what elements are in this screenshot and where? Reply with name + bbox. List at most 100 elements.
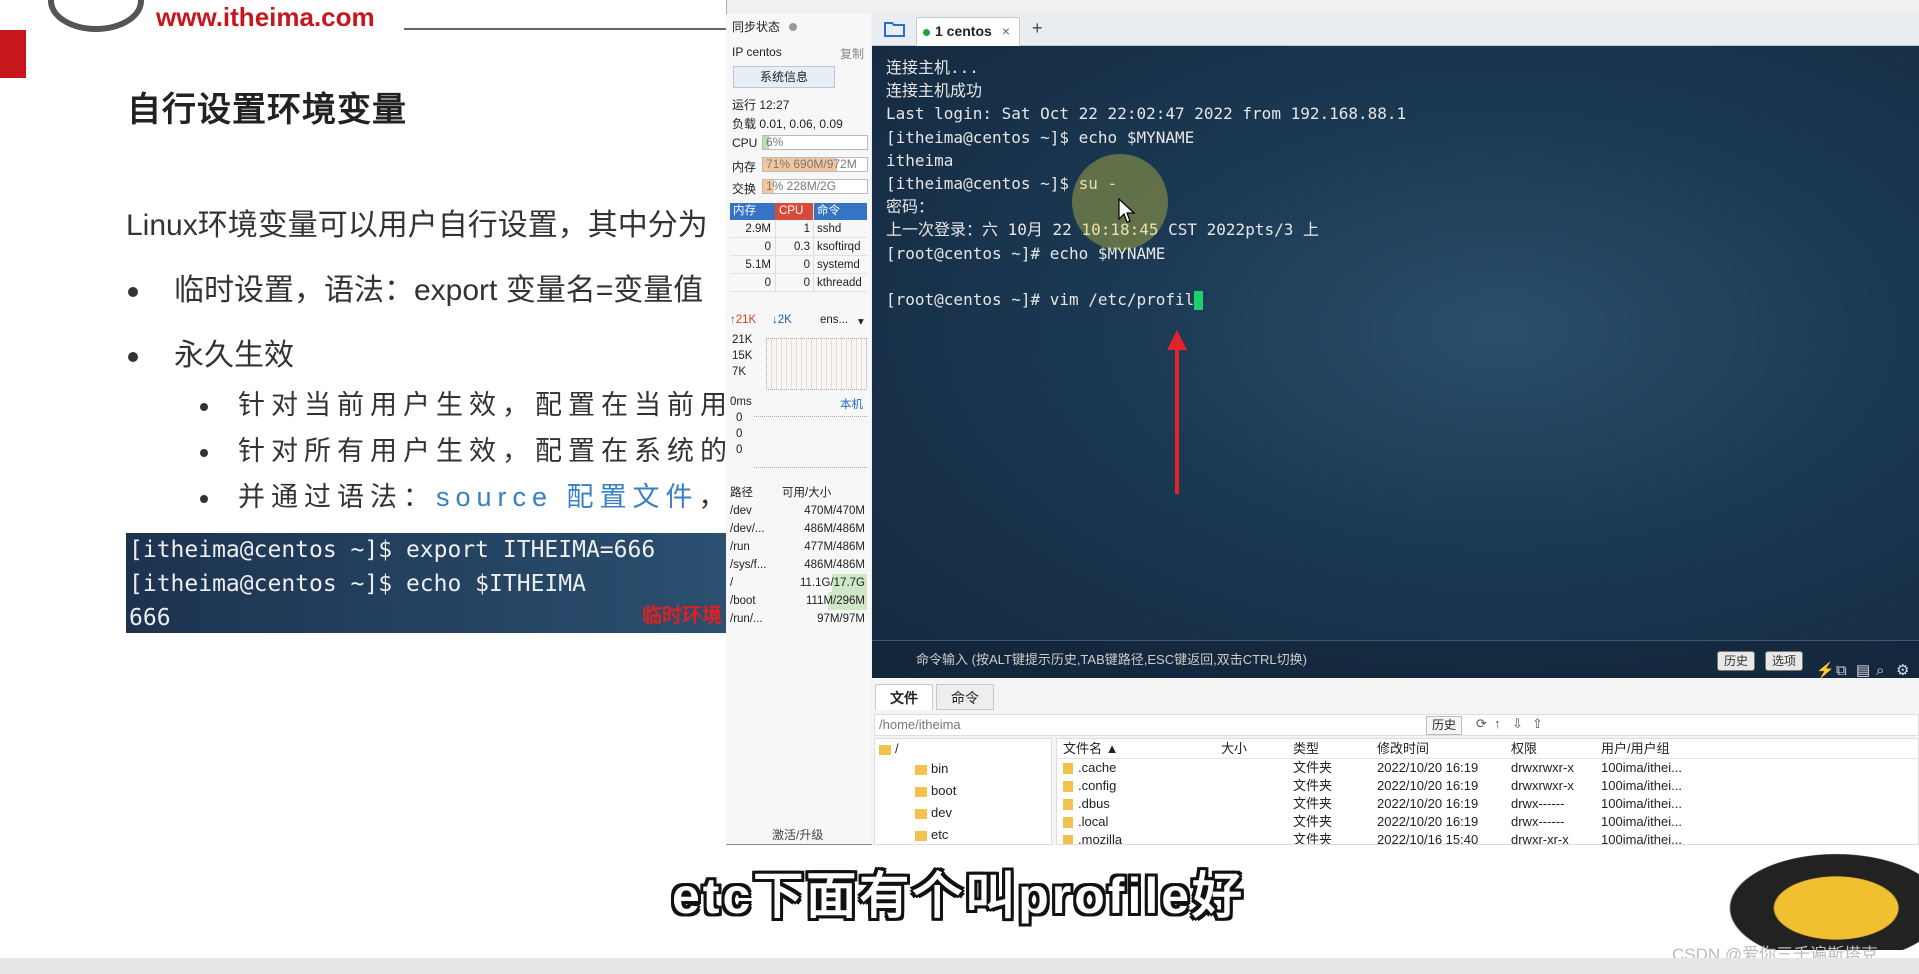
refresh-icon[interactable]: ⟳ (1476, 716, 1487, 732)
path-input[interactable]: /home/itheima (874, 714, 1919, 736)
tab-commands[interactable]: 命令 (936, 684, 994, 710)
tab-centos[interactable]: 1 centos × (916, 17, 1020, 46)
terminal-line: 连接主机成功 (886, 81, 983, 101)
source-code-text: source 配置文件 (436, 482, 699, 512)
sub-bullet-text: 针对所有用户生效，配置在系统的 (238, 436, 733, 466)
tree-item[interactable]: bin (915, 761, 948, 776)
sysinfo-button[interactable]: 系统信息 (733, 66, 835, 88)
tab-files[interactable]: 文件 (875, 684, 933, 710)
chevron-down-icon[interactable]: ▾ (858, 314, 864, 328)
file-row[interactable]: .dbus 文件夹 2022/10/20 16:19 drwx------ 100ima… (1057, 795, 1918, 813)
disk-row[interactable]: /dev 470M/470M (730, 502, 867, 520)
file-table-header: 文件名 ▲ 大小 类型 修改时间 权限 用户/用户组 (1057, 739, 1918, 759)
mascot-image (1712, 845, 1919, 950)
tree-item[interactable]: etc (915, 827, 948, 842)
divider (404, 28, 734, 30)
copy-link[interactable]: 复制 (840, 45, 864, 62)
disk-header: 路径 可用/大小 (730, 484, 867, 502)
download-icon[interactable]: ⇩ (1512, 716, 1523, 732)
disk-row[interactable]: /run 477M/486M (730, 538, 867, 556)
sub-bullet-current-user: 针对当前用户生效，配置在当前用户 (200, 383, 766, 422)
process-row[interactable]: 2.9M 1 sshd (730, 220, 867, 238)
activate-link[interactable]: 激活/升级 (772, 826, 823, 843)
terminal-line: [itheima@centos ~]$ su - (886, 173, 1118, 193)
close-icon[interactable]: × (1002, 23, 1010, 39)
file-row[interactable]: .mozilla 文件夹 2022/10/16 15:40 drwxr-xr-x 100… (1057, 831, 1918, 844)
col-type[interactable]: 类型 (1287, 739, 1371, 758)
disk-row[interactable]: /11.1G/17.7G (730, 574, 867, 592)
sub-bullet-all-users: 针对所有用户生效，配置在系统的 (200, 429, 733, 468)
command-input[interactable]: 命令输入 (按ALT键提示历史,TAB键路径,ESC键返回,双击CTRL切换) … (872, 640, 1919, 679)
disk-row[interactable]: /sys/f... 486M/486M (730, 556, 867, 574)
terminal-line: 上一次登录：六 10月 22 10:18:45 CST 2022pts/3 上 (886, 220, 1319, 240)
col-size: 可用/大小 (782, 487, 832, 499)
load: 负载 0.01, 0.06, 0.09 (732, 117, 843, 131)
folder-icon (1063, 781, 1073, 793)
process-row[interactable]: 0 0 kthreadd (730, 274, 867, 292)
code-example: [itheima@centos ~]$ export ITHEIMA=666 [… (126, 533, 730, 633)
sub-bullet-source: 并通过语法：source 配置文件，进行 (200, 475, 798, 514)
process-table: 内存 CPU 命令 2.9M 1 sshd 0 0.3 ksoftirqd 5.1M 0 s… (730, 203, 867, 292)
sub-bullet-text: 并通过语法： (238, 482, 436, 512)
col-cmd[interactable]: 命令 (813, 203, 867, 220)
process-row[interactable]: 0 0.3 ksoftirqd (730, 238, 867, 256)
disk-row[interactable]: /run/... 97M/97M (730, 610, 867, 628)
col-mtime[interactable]: 修改时间 (1371, 739, 1505, 758)
upload-icon[interactable]: ⇧ (1532, 716, 1543, 732)
col-owner[interactable]: 用户/用户组 (1595, 739, 1705, 758)
net-interface-select[interactable]: ens... (820, 314, 848, 326)
sub-bullet-text: 针对当前用户生效，配置在当前用户 (238, 390, 766, 420)
slide-intro: Linux环境变量可以用户自行设置，其中分为 (126, 209, 708, 242)
col-cpu[interactable]: CPU (775, 203, 813, 220)
mem-meter: 71% 690M/972M (762, 157, 868, 172)
file-row[interactable]: .config 文件夹 2022/10/20 16:19 drwxrwxr-x 100i… (1057, 777, 1918, 795)
mouse-pointer-icon (1118, 198, 1136, 223)
bullet-icon (200, 402, 208, 411)
connected-icon (923, 28, 930, 36)
mem-label: 内存 (732, 160, 757, 174)
bullet-temporary: 临时设置，语法：export 变量名=变量值 (128, 265, 703, 309)
history-button[interactable]: 历史 (1717, 651, 1756, 671)
disk-row[interactable]: /boot 111M/296M (730, 592, 867, 610)
session-tab-bar: 1 centos × + (872, 14, 1919, 46)
folder-icon (1063, 817, 1073, 829)
terminal[interactable]: 连接主机... 连接主机成功 Last login: Sat Oct 22 22… (872, 46, 1919, 679)
path-history-button[interactable]: 历史 (1426, 716, 1463, 735)
new-tab-button[interactable]: + (1032, 18, 1043, 39)
disk-row[interactable]: /dev/... 486M/486M (730, 520, 867, 538)
tree-item[interactable]: boot (915, 783, 956, 798)
command-hint: 命令输入 (按ALT键提示历史,TAB键路径,ESC键返回,双击CTRL切换) (916, 652, 1307, 667)
bullet-text: 永久生效 (174, 339, 294, 372)
folder-icon (915, 830, 927, 841)
net-tick: 7K (732, 366, 747, 378)
col-size[interactable]: 大小 (1215, 739, 1287, 758)
sync-status: 同步状态 (732, 18, 798, 35)
annotation-arrow-shaft (1175, 344, 1179, 494)
tree-item[interactable]: dev (915, 805, 952, 820)
latency-tick: 0 (736, 428, 743, 440)
up-icon[interactable]: ↑ (1494, 716, 1501, 731)
file-row[interactable]: .cache 文件夹 2022/10/20 16:19 drwxrwxr-x 100im… (1057, 759, 1918, 777)
process-row[interactable]: 5.1M 0 systemd (730, 256, 867, 274)
tree-item[interactable]: / (879, 741, 899, 756)
video-subtitle: etc下面有个叫profile好 (672, 868, 1246, 924)
folder-icon (879, 744, 891, 755)
cpu-value: 6% (766, 135, 784, 149)
status-panel: 同步状态 IP centos 复制 系统信息 运行 12:27 负载 0.01,… (726, 14, 871, 844)
folder-icon (1063, 763, 1073, 775)
col-filename[interactable]: 文件名 ▲ (1057, 739, 1215, 758)
net-up: ↑21K (730, 314, 757, 326)
disk-table: 路径 可用/大小 /dev 470M/470M /dev/... 486M/486M … (730, 484, 867, 628)
swap-value: 1% 228M/2G (766, 179, 837, 193)
col-perm[interactable]: 权限 (1505, 739, 1595, 758)
file-row[interactable]: .local 文件夹 2022/10/20 16:19 drwx------ 100im… (1057, 813, 1918, 831)
status-dot-icon (789, 23, 798, 31)
uptime: 运行 12:27 (732, 98, 790, 112)
options-button[interactable]: 选项 (1765, 651, 1804, 671)
col-mem[interactable]: 内存 (730, 203, 775, 220)
code-line: 666 (129, 605, 171, 631)
bullet-text: 临时设置，语法：export 变量名=变量值 (174, 274, 704, 307)
col-path: 路径 (730, 487, 753, 499)
folder-icon[interactable] (884, 20, 906, 38)
